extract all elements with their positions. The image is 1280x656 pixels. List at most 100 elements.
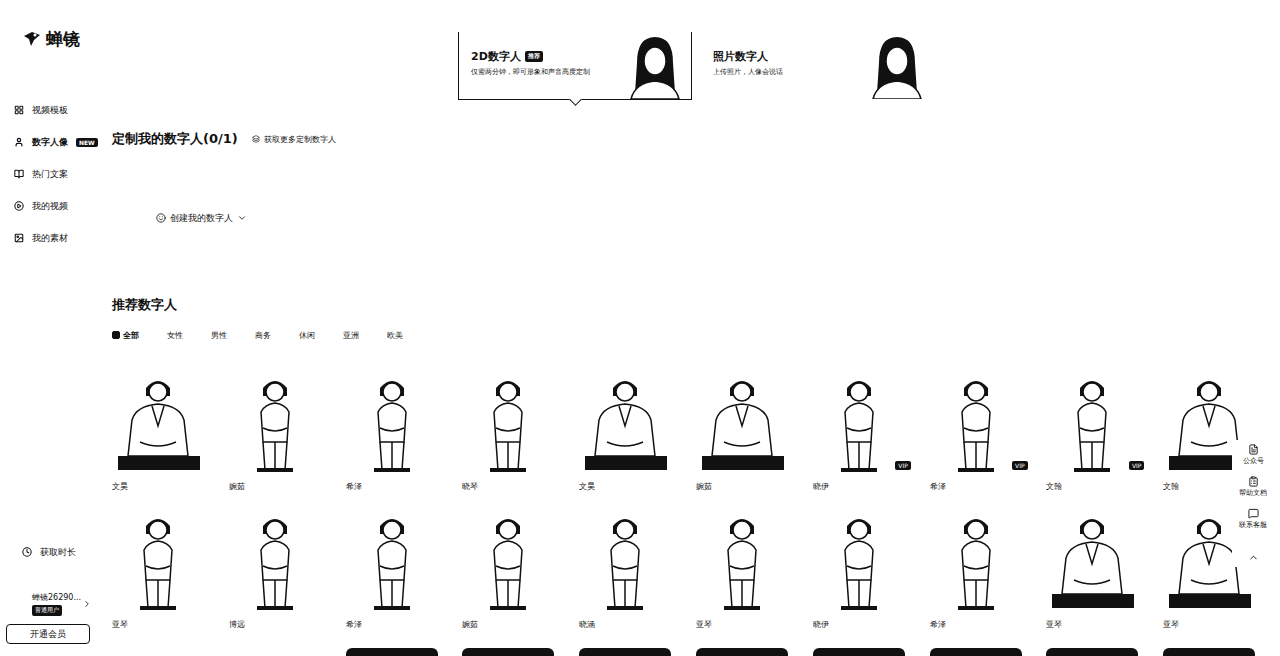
membership-button[interactable]: 开通会员: [6, 624, 90, 644]
filter-option[interactable]: 亚洲: [343, 330, 359, 341]
avatar-card[interactable]: 亚琴: [696, 510, 813, 631]
avatar-image: [579, 510, 671, 610]
avatar-card[interactable]: 晓琴: [462, 372, 579, 493]
sidebar-item[interactable]: 视频模板: [0, 94, 100, 126]
avatar-name: 希泽: [930, 481, 1047, 493]
more-custom-link[interactable]: 获取更多定制数字人: [252, 134, 336, 145]
avatar-figure-icon: [696, 510, 788, 610]
avatar-figure-icon: [462, 372, 554, 472]
float-item[interactable]: 帮助文档: [1239, 476, 1267, 498]
avatar-image: [696, 510, 788, 610]
float-item-icon: [1248, 508, 1259, 519]
avatar-card[interactable]: 希泽: [930, 510, 1047, 631]
filter-option[interactable]: 欧美: [387, 330, 403, 341]
avatar-image: [579, 648, 671, 656]
filter-option[interactable]: 男性: [211, 330, 227, 341]
sidebar-item[interactable]: 热门文案: [0, 158, 100, 190]
avatar-card[interactable]: 文昊: [579, 372, 696, 493]
avatar-name: 婉茹: [696, 481, 813, 493]
avatar-card[interactable]: VIP 晓伊: [813, 372, 930, 493]
avatar-card[interactable]: 晓伊: [813, 510, 930, 631]
logo[interactable]: 蝉镜: [0, 26, 100, 52]
avatar-image: [229, 372, 321, 472]
avatar-name: 晓伊: [813, 481, 930, 493]
avatar-card[interactable]: [346, 648, 463, 656]
recommended-title: 推荐数字人: [112, 296, 1280, 314]
avatar-figure-icon: [346, 372, 438, 472]
avatar-card[interactable]: 婉茹: [462, 510, 579, 631]
avatar-figure-icon: [813, 372, 905, 472]
mode-text: 2D数字人推荐仅需两分钟，即可形象和声音高度定制: [471, 49, 590, 99]
avatar-card[interactable]: 婉茹: [696, 372, 813, 493]
user-row[interactable]: 蝉镜26290...普通用户: [6, 592, 92, 616]
avatar-figure-icon: [112, 372, 204, 472]
avatar-card[interactable]: 博远: [229, 510, 346, 631]
avatar-image: [462, 648, 554, 656]
avatar-card[interactable]: 婉茹: [229, 372, 346, 493]
avatar-name: 希泽: [930, 619, 1047, 631]
avatar-card[interactable]: 文昊: [112, 372, 229, 493]
avatar-figure-icon: [930, 372, 1022, 472]
avatar-card[interactable]: 希泽: [346, 372, 463, 493]
avatar-card[interactable]: [813, 648, 930, 656]
main: 2D数字人推荐仅需两分钟，即可形象和声音高度定制照片数字人上传照片，人像会说话定…: [100, 0, 1280, 656]
filter-option[interactable]: 女性: [167, 330, 183, 341]
mode-card[interactable]: 照片数字人上传照片，人像会说话: [700, 32, 934, 100]
avatar-card[interactable]: 晓涵: [579, 510, 696, 631]
avatar-name: 亚琴: [1163, 619, 1280, 631]
sidebar-item[interactable]: 数字人像NEW: [0, 126, 100, 158]
avatar-figure-icon: [579, 510, 671, 610]
avatar-card[interactable]: [229, 648, 346, 656]
back-to-top-button[interactable]: [1248, 552, 1259, 563]
avatar-card[interactable]: 希泽: [346, 510, 463, 631]
avatar-card[interactable]: 亚琴: [1046, 510, 1163, 631]
avatar-image: VIP: [1046, 372, 1138, 472]
avatar-name: 亚琴: [696, 619, 813, 631]
mode-card[interactable]: 2D数字人推荐仅需两分钟，即可形象和声音高度定制: [458, 32, 692, 100]
sidebar: 蝉镜视频模板数字人像NEW热门文案我的视频我的素材获取时长蝉镜26290...普…: [0, 0, 100, 656]
filter-option[interactable]: 商务: [255, 330, 271, 341]
avatar-figure-icon: [112, 510, 204, 610]
avatar-figure-icon: [462, 510, 554, 610]
avatar-grid: 文昊婉茹希泽晓琴文昊婉茹VIP晓伊VIP希泽VIP文翰文翰亚琴博远希泽婉茹晓涵亚…: [112, 372, 1280, 656]
mode-title: 照片数字人: [713, 49, 783, 64]
avatar-card[interactable]: VIP希泽: [930, 372, 1047, 493]
avatar-card[interactable]: [579, 648, 696, 656]
avatar-card[interactable]: [696, 648, 813, 656]
mode-subtitle: 上传照片，人像会说话: [713, 68, 783, 77]
float-item[interactable]: 联系客服: [1239, 508, 1267, 530]
sidebar-item[interactable]: 我的素材: [0, 222, 100, 254]
avatar-card[interactable]: [462, 648, 579, 656]
portrait-icon: [623, 33, 687, 99]
avatar-image: [696, 372, 788, 472]
avatar-name: 希泽: [346, 481, 463, 493]
avatar-image: [1163, 648, 1255, 656]
avatar-figure-icon: [930, 510, 1022, 610]
avatar-image: [346, 372, 438, 472]
avatar-card[interactable]: VIP文翰: [1046, 372, 1163, 493]
avatar-figure-icon: [1046, 510, 1138, 610]
avatar-image: [229, 510, 321, 610]
page: 蝉镜视频模板数字人像NEW热门文案我的视频我的素材获取时长蝉镜26290...普…: [0, 0, 1280, 656]
filter-option[interactable]: 休闲: [299, 330, 315, 341]
avatar-name: 博远: [229, 619, 346, 631]
avatar-card[interactable]: [1163, 648, 1280, 656]
filter-option[interactable]: 全部: [112, 330, 139, 341]
filter-checkbox: [112, 331, 120, 339]
get-time-link[interactable]: 获取时长: [6, 542, 92, 562]
vip-badge: VIP: [895, 461, 911, 470]
chevron-up-icon: [1248, 552, 1259, 563]
avatar-card[interactable]: [1046, 648, 1163, 656]
create-avatar-button[interactable]: 创建我的数字人: [156, 210, 247, 226]
avatar-card[interactable]: 亚琴: [112, 510, 229, 631]
filter-bar: 全部 女性 男性 商务 休闲 亚洲 欧美: [112, 328, 1280, 342]
avatar-figure-icon: [579, 372, 671, 472]
avatar-name: 婉茹: [229, 481, 346, 493]
sidebar-item[interactable]: 我的视频: [0, 190, 100, 222]
float-item[interactable]: 公众号: [1243, 444, 1264, 466]
sidebar-nav: 视频模板数字人像NEW热门文案我的视频我的素材: [0, 94, 100, 254]
avatar-card[interactable]: [112, 648, 229, 656]
float-item-icon: [1248, 476, 1259, 487]
avatar-card[interactable]: [930, 648, 1047, 656]
